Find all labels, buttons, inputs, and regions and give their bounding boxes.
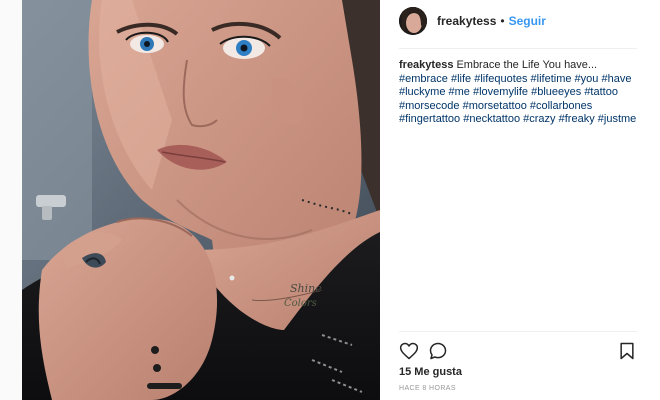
follow-button[interactable]: Seguir: [509, 14, 546, 28]
action-bar: [399, 341, 637, 361]
hashtag-link[interactable]: #luckyme: [399, 86, 445, 98]
caption-author-link[interactable]: freakytess: [399, 59, 453, 71]
hashtag-list: #embrace #life #lifequotes #lifetime #yo…: [399, 73, 636, 126]
backdrop: [0, 0, 22, 400]
caption-text: Embrace the Life You have...: [456, 59, 598, 71]
hashtag-link[interactable]: #you: [575, 73, 599, 85]
hashtag-link[interactable]: #fingertattoo: [399, 113, 460, 125]
hashtag-link[interactable]: #morsetattoo: [463, 100, 527, 112]
avatar[interactable]: [399, 7, 427, 35]
hashtag-link[interactable]: #morsecode: [399, 100, 460, 112]
hashtag-link[interactable]: #lifequotes: [474, 73, 527, 85]
hashtag-link[interactable]: #crazy: [523, 113, 555, 125]
actions-divider: [399, 331, 637, 332]
hashtag-link[interactable]: #have: [601, 73, 631, 85]
username-link[interactable]: freakytess: [437, 14, 496, 28]
avatar-image: [399, 7, 427, 35]
hashtag-link[interactable]: #necktattoo: [463, 113, 520, 125]
neck-tattoo-text-1: Shine: [290, 282, 322, 295]
likes-count[interactable]: 15 Me gusta: [399, 366, 462, 378]
post-timestamp: HACE 8 HORAS: [399, 385, 456, 392]
post-photo[interactable]: Shine Colors: [22, 0, 380, 400]
bookmark-icon[interactable]: [617, 341, 637, 361]
hashtag-link[interactable]: #me: [449, 86, 470, 98]
comment-icon[interactable]: [428, 341, 448, 361]
separator-dot: •: [500, 14, 505, 28]
selfie-image: Shine Colors: [22, 0, 380, 400]
hashtag-link[interactable]: #freaky: [559, 113, 595, 125]
hashtag-link[interactable]: #life: [451, 73, 471, 85]
post-sidebar: freakytess • Seguir freakytess Embrace th…: [380, 0, 660, 400]
hashtag-link[interactable]: #embrace: [399, 73, 448, 85]
hashtag-link[interactable]: #collarbones: [530, 100, 592, 112]
hashtag-link[interactable]: #lovemylife: [473, 86, 528, 98]
post-caption: freakytess Embrace the Life You have... #…: [399, 59, 639, 127]
instagram-post-view: Shine Colors freakytess • Seguir freakyt…: [0, 0, 660, 400]
hashtag-link[interactable]: #blueeyes: [531, 86, 581, 98]
neck-tattoo-text-2: Colors: [284, 298, 317, 309]
hashtag-link[interactable]: #tattoo: [584, 86, 618, 98]
hashtag-link[interactable]: #justme: [598, 113, 637, 125]
header-divider: [399, 48, 637, 49]
hashtag-link[interactable]: #lifetime: [531, 73, 572, 85]
post-header: freakytess • Seguir: [399, 6, 639, 36]
heart-icon[interactable]: [399, 341, 419, 361]
